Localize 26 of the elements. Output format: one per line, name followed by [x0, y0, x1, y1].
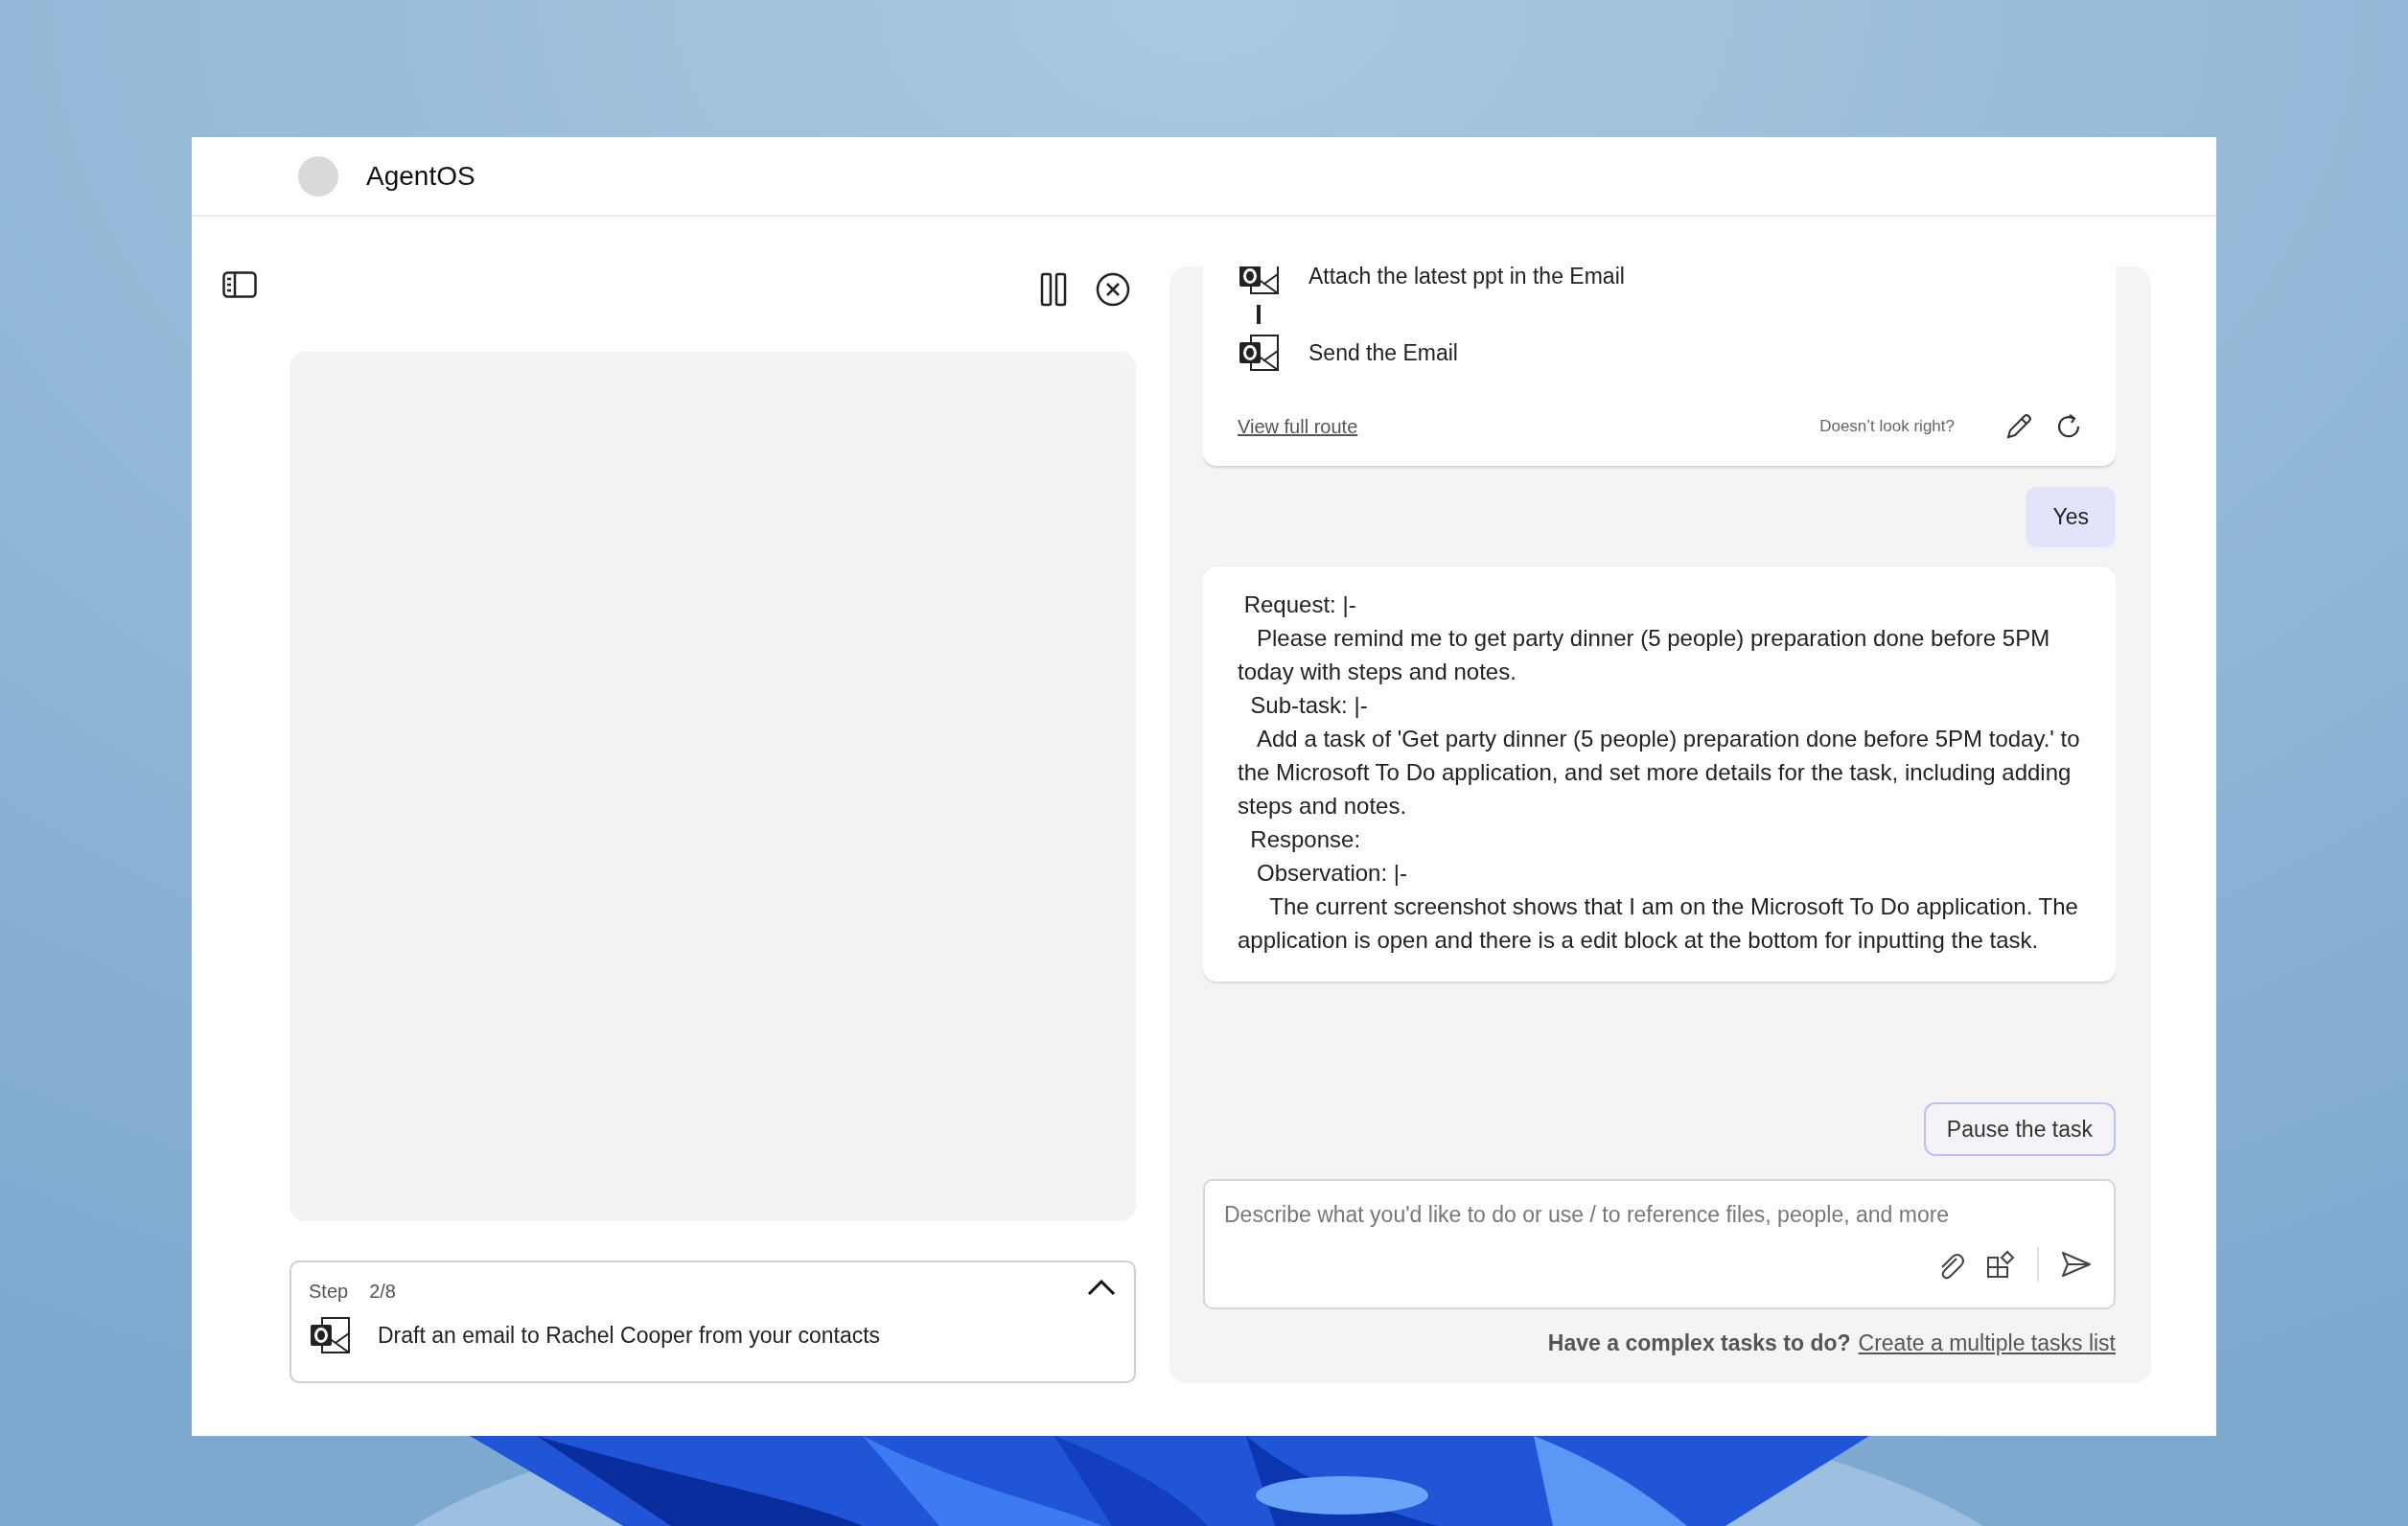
agent-message: Request: |- Please remind me to get party dinner (5 people) preparation done before 5PM today with steps and notes. Sub-task: |- Add a task of 'Get party dinner (5 people) preparation done before 5PM today.' to the Microsoft To Do application, and set more details for the task, including adding steps and notes. Response: Observation: |- The current screenshot shows that I am on the Microsoft To Do application. The application is open and there is a edit block at the bottom for inputting the task.	[1203, 566, 2116, 982]
sidebar-toggle-icon[interactable]	[222, 271, 257, 298]
step-description: Draft an email to Rachel Cooper from your contacts	[378, 1322, 881, 1349]
message-input[interactable]: Describe what you'd like to do or use / to reference files, people, and more	[1224, 1196, 2093, 1234]
add-apps-icon[interactable]	[1985, 1249, 2016, 1280]
step-label: Step	[309, 1280, 349, 1303]
mail-app-icon	[309, 1316, 351, 1354]
mail-app-icon	[1238, 334, 1280, 372]
user-message: Yes	[2026, 487, 2116, 547]
step-counter: 2/8	[369, 1280, 396, 1303]
send-icon[interactable]	[2060, 1250, 2093, 1279]
pause-icon[interactable]	[1040, 272, 1067, 307]
view-full-route-link[interactable]: View full route	[1238, 415, 1358, 438]
avatar	[298, 155, 338, 197]
footer-prompt: Have a complex tasks to do?	[1547, 1330, 1851, 1356]
route-step: Send the Email	[1308, 339, 1458, 366]
create-tasks-list-link[interactable]: Create a multiple tasks list	[1858, 1330, 2116, 1356]
pause-task-button[interactable]: Pause the task	[1923, 1102, 2116, 1156]
message-field[interactable]: Describe what you'd like to do or use / to reference files, people, and more	[1203, 1179, 2116, 1309]
route-connector	[1257, 305, 1261, 324]
pencil-icon[interactable]	[2004, 412, 2033, 441]
chevron-icon[interactable]	[1086, 1278, 1117, 1297]
close-icon[interactable]	[1096, 272, 1130, 307]
feedback-text: Doesn’t look right?	[1819, 417, 1955, 436]
app-title: AgentOS	[366, 160, 475, 192]
route-step: Attach the latest ppt in the Email	[1308, 266, 1625, 289]
